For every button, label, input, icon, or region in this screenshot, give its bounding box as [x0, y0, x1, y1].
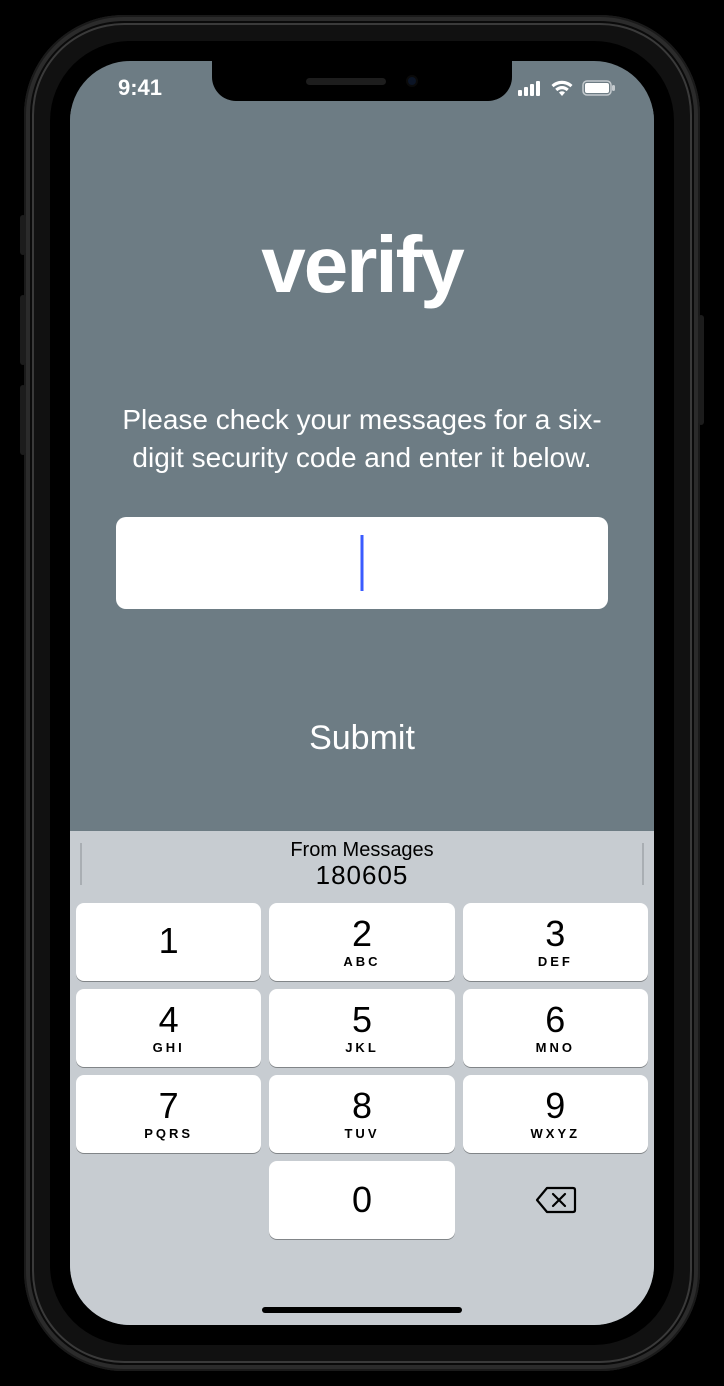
keypad-digit: 4 [159, 1002, 179, 1038]
autofill-suggestion[interactable]: From Messages 180605 [70, 831, 654, 897]
submit-button[interactable]: Submit [309, 719, 415, 758]
autofill-source-label: From Messages [290, 839, 433, 861]
keypad-letters: WXYZ [531, 1126, 581, 1141]
keypad-key-2[interactable]: 2 ABC [269, 903, 454, 981]
keypad-key-4[interactable]: 4 GHI [76, 989, 261, 1067]
page-title: verify [261, 219, 462, 311]
keypad-backspace[interactable] [463, 1161, 648, 1239]
status-time: 9:41 [118, 75, 162, 101]
keypad-blank [76, 1161, 261, 1239]
keypad-key-9[interactable]: 9 WXYZ [463, 1075, 648, 1153]
keypad-letters: JKL [345, 1040, 379, 1055]
keypad-key-1[interactable]: 1 [76, 903, 261, 981]
keypad-letters: DEF [538, 954, 573, 969]
keypad-key-0[interactable]: 0 [269, 1161, 454, 1239]
phone-frame: 9:41 [24, 15, 700, 1371]
keypad-key-6[interactable]: 6 MNO [463, 989, 648, 1067]
keypad-key-3[interactable]: 3 DEF [463, 903, 648, 981]
numeric-keyboard: From Messages 180605 1 2 ABC [70, 831, 654, 1325]
instructions-text: Please check your messages for a six-dig… [100, 401, 624, 477]
autofill-code-value: 180605 [290, 861, 433, 890]
home-indicator[interactable] [262, 1307, 462, 1313]
keypad-key-8[interactable]: 8 TUV [269, 1075, 454, 1153]
screen: 9:41 [70, 61, 654, 1325]
front-camera [406, 75, 418, 87]
backspace-icon [533, 1184, 577, 1216]
keypad-letters: PQRS [144, 1126, 193, 1141]
speaker-grille [306, 78, 386, 85]
keypad-letters: MNO [536, 1040, 575, 1055]
keypad-letters: GHI [153, 1040, 185, 1055]
mute-switch [20, 215, 26, 255]
battery-icon [582, 80, 616, 96]
keypad-digit: 8 [352, 1088, 372, 1124]
keypad-digit: 6 [545, 1002, 565, 1038]
volume-up-button [20, 295, 26, 365]
keypad-letters: ABC [343, 954, 380, 969]
keypad-digit: 3 [545, 916, 565, 952]
volume-down-button [20, 385, 26, 455]
keypad-digit: 0 [352, 1182, 372, 1218]
cellular-signal-icon [518, 80, 542, 96]
keypad-digit: 2 [352, 916, 372, 952]
wifi-icon [550, 79, 574, 97]
power-button [698, 315, 704, 425]
text-caret [361, 535, 364, 591]
notch [212, 61, 512, 101]
keypad-key-5[interactable]: 5 JKL [269, 989, 454, 1067]
keypad-digit: 5 [352, 1002, 372, 1038]
keypad-digit: 9 [545, 1088, 565, 1124]
keypad-key-7[interactable]: 7 PQRS [76, 1075, 261, 1153]
keypad-digit: 1 [159, 923, 179, 959]
keypad-letters: TUV [344, 1126, 379, 1141]
verify-screen: verify Please check your messages for a … [70, 109, 654, 831]
security-code-input[interactable] [116, 517, 608, 609]
keypad-digit: 7 [159, 1088, 179, 1124]
